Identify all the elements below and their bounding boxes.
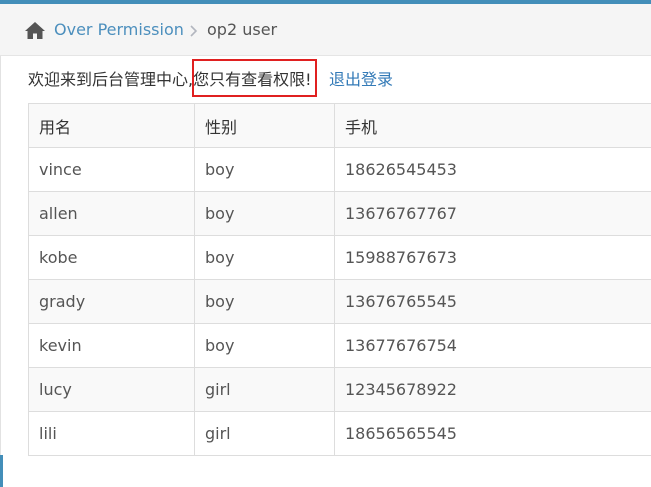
cell-gender: girl	[194, 411, 335, 456]
cell-username: kobe	[28, 235, 195, 280]
cell-username: lucy	[28, 367, 195, 412]
table-header-row: 用名 性别 手机	[28, 103, 651, 148]
cell-phone: 13676767767	[334, 191, 651, 236]
cell-gender: boy	[194, 191, 335, 236]
column-header-username: 用名	[28, 103, 195, 148]
column-header-phone: 手机	[334, 103, 651, 148]
table-row: lucy girl 12345678922	[28, 367, 651, 412]
cell-phone: 13676765545	[334, 279, 651, 324]
left-accent-bar	[0, 455, 3, 487]
user-table: 用名 性别 手机 vince boy 18626545453 allen boy…	[28, 103, 651, 456]
table-row: kevin boy 13677676754	[28, 323, 651, 368]
table-row: allen boy 13676767767	[28, 191, 651, 236]
cell-phone: 13677676754	[334, 323, 651, 368]
cell-gender: boy	[194, 147, 335, 192]
breadcrumb-link-over-permission[interactable]: Over Permission	[54, 20, 184, 40]
cell-phone: 12345678922	[334, 367, 651, 412]
left-border	[0, 56, 1, 487]
table-row: grady boy 13676765545	[28, 279, 651, 324]
breadcrumb: Over Permission op2 user	[0, 4, 651, 56]
cell-phone: 18656565545	[334, 411, 651, 456]
cell-phone: 18626545453	[334, 147, 651, 192]
cell-phone: 15988767673	[334, 235, 651, 280]
breadcrumb-current-page: op2 user	[207, 20, 278, 39]
cell-gender: boy	[194, 323, 335, 368]
home-icon[interactable]	[24, 21, 46, 40]
table-row: vince boy 18626545453	[28, 147, 651, 192]
table-row: lili girl 18656565545	[28, 411, 651, 456]
column-header-gender: 性别	[194, 103, 335, 148]
cell-username: allen	[28, 191, 195, 236]
logout-link[interactable]: 退出登录	[329, 69, 393, 91]
cell-username: kevin	[28, 323, 195, 368]
cell-username: vince	[28, 147, 195, 192]
cell-gender: boy	[194, 235, 335, 280]
cell-gender: boy	[194, 279, 335, 324]
welcome-greeting: 欢迎来到后台管理中心,	[28, 70, 194, 89]
cell-gender: girl	[194, 367, 335, 412]
cell-username: lili	[28, 411, 195, 456]
chevron-right-icon	[190, 25, 198, 37]
cell-username: grady	[28, 279, 195, 324]
table-row: kobe boy 15988767673	[28, 235, 651, 280]
permission-highlight-box	[192, 59, 317, 97]
